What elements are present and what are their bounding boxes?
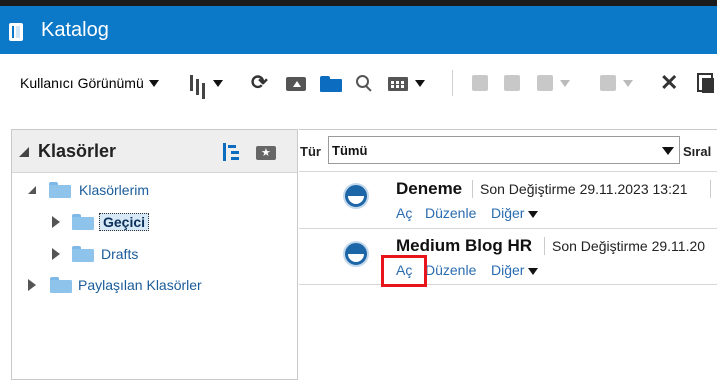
type-filter-select[interactable]: Tümü — [328, 136, 680, 164]
divider — [710, 180, 711, 198]
copy-icon — [697, 73, 715, 93]
chevron-down-icon — [213, 79, 223, 87]
open-link[interactable]: Aç — [396, 205, 412, 221]
edit-button[interactable] — [502, 70, 522, 96]
chevron-down-icon — [560, 79, 570, 87]
divider — [472, 180, 473, 198]
tree-view-icon[interactable] — [223, 143, 241, 161]
item-name[interactable]: Medium Blog HR — [396, 236, 532, 256]
type-filter-value: Tümü — [332, 143, 368, 158]
chevron-down-icon — [528, 210, 539, 218]
hierarchy-icon — [188, 73, 208, 93]
expand-icon[interactable] — [28, 279, 36, 291]
more-menu-label: Diğer — [491, 205, 525, 221]
tree-item-label: Paylaşılan Klasörler — [78, 277, 202, 293]
folder-icon — [72, 246, 94, 262]
view-dropdown[interactable]: Kullanıcı Görünümü — [20, 70, 159, 96]
catalog-window: Katalog Kullanıcı Görünümü ⟳ ✕ Klasörler… — [0, 0, 717, 380]
tree-item-drafts[interactable]: Drafts — [52, 242, 138, 266]
book-icon — [9, 23, 23, 41]
print-button[interactable] — [535, 70, 570, 96]
title-bar: Katalog — [0, 6, 717, 54]
collapse-panel-icon[interactable] — [19, 147, 29, 157]
chevron-down-icon — [148, 79, 159, 87]
export-icon — [598, 73, 618, 93]
search-button[interactable] — [355, 70, 373, 96]
search-icon — [355, 74, 373, 92]
tree-item-label: Geçici — [99, 213, 150, 231]
open-folder-icon — [320, 74, 342, 92]
refresh-button[interactable]: ⟳ — [251, 70, 271, 96]
divider — [544, 237, 545, 255]
tree-item-my-folders[interactable]: Klasörlerim — [28, 178, 149, 202]
dashboard-icon — [343, 241, 371, 269]
folders-panel-title: Klasörler — [38, 141, 117, 161]
toolbar-divider — [452, 70, 453, 96]
open-folder-button[interactable] — [320, 70, 342, 96]
list-item: Medium Blog HR Son Değiştirme 29.11.20 A… — [299, 228, 717, 287]
toolbar: Kullanıcı Görünümü ⟳ ✕ — [0, 54, 717, 128]
chevron-down-icon — [528, 267, 539, 275]
tree-item-label: Drafts — [101, 246, 139, 262]
hierarchy-button[interactable] — [188, 70, 223, 96]
item-name[interactable]: Deneme — [396, 179, 462, 199]
upload-folder-icon — [286, 74, 308, 92]
expand-icon[interactable] — [28, 186, 36, 194]
folder-icon — [72, 214, 94, 230]
more-menu[interactable]: Diğer — [491, 205, 539, 221]
favorite-folder-icon[interactable] — [256, 144, 276, 160]
chevron-down-icon — [415, 79, 425, 87]
upload-folder-button[interactable] — [286, 70, 308, 96]
folder-icon — [50, 277, 72, 293]
edit-link[interactable]: Düzenle — [425, 205, 476, 221]
folder-icon — [49, 182, 71, 198]
sort-label: Sıral — [683, 144, 712, 159]
item-modified: Son Değiştirme 29.11.2023 13:21 — [480, 181, 688, 197]
highlight-box — [381, 255, 427, 287]
tree-item-temp[interactable]: Geçici — [52, 210, 150, 234]
catalog-content: Tür Tümü Sıral Deneme Son Değiştirme 29.… — [299, 129, 717, 380]
archive-icon — [470, 73, 490, 93]
folders-panel-header: Klasörler — [12, 130, 297, 173]
print-icon — [535, 73, 555, 93]
expand-icon[interactable] — [52, 216, 60, 228]
more-menu[interactable]: Diğer — [491, 262, 539, 278]
page-title: Katalog — [41, 19, 109, 41]
tree-item-label: Klasörlerim — [79, 182, 150, 198]
edit-link[interactable]: Düzenle — [425, 262, 476, 278]
item-modified: Son Değiştirme 29.11.20 — [552, 238, 706, 254]
type-filter-label: Tür — [300, 144, 321, 159]
copy-button[interactable] — [697, 70, 715, 96]
filter-bar: Tür Tümü Sıral — [299, 130, 717, 171]
dashboard-icon — [343, 183, 371, 211]
edit-icon — [502, 73, 522, 93]
refresh-icon: ⟳ — [251, 72, 268, 94]
expand-icon[interactable] — [52, 248, 60, 260]
folders-panel: Klasörler Klasörlerim Geçici Drafts Payl… — [11, 129, 298, 380]
table-view-button[interactable] — [388, 70, 425, 96]
chevron-down-icon — [662, 147, 674, 155]
table-icon — [388, 74, 410, 92]
list-item: Deneme Son Değiştirme 29.11.2023 13:21 A… — [299, 171, 717, 228]
archive-button[interactable] — [470, 70, 490, 96]
view-dropdown-label: Kullanıcı Görünümü — [20, 75, 144, 91]
chevron-down-icon — [623, 79, 633, 87]
tree-item-shared-folders[interactable]: Paylaşılan Klasörler — [28, 273, 202, 297]
delete-icon: ✕ — [660, 70, 679, 95]
export-button[interactable] — [598, 70, 633, 96]
delete-button[interactable]: ✕ — [660, 70, 678, 96]
more-menu-label: Diğer — [491, 262, 525, 278]
